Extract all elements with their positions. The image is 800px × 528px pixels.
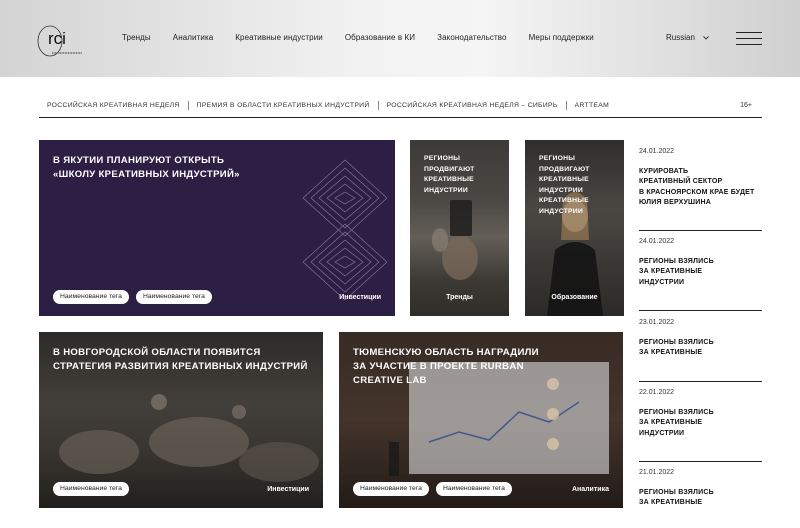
news-date: 24.01.2022 [639,148,675,155]
divider [639,310,762,311]
hamburger-menu-icon[interactable] [736,32,762,46]
nav-education[interactable]: Образование в КИ [345,33,415,42]
news-title[interactable]: Регионы взялись за креативные индустрии [639,257,762,288]
card-title: Регионы продвигают креативные индустрии [424,155,475,194]
nav-trends[interactable]: Тренды [122,33,151,42]
geometric-pattern [302,159,388,301]
news-card-yakutia[interactable]: В Якутии планируют открыть «Школу креати… [39,140,395,316]
news-title[interactable]: Регионы взялись за креативные [639,338,762,359]
site-header: rci Тренды Аналитика Креативные индустри… [0,0,800,77]
news-item[interactable]: 24.01.2022 Регионы взялись за креативные… [639,238,762,288]
nav-analytics[interactable]: Аналитика [173,33,214,42]
card-category[interactable]: Тренды [410,294,509,301]
news-card-education[interactable]: Регионы продвигают креативные индустрии … [525,140,624,316]
tag[interactable]: Наименование тега [353,482,429,496]
news-title[interactable]: Регионы взялись за креативные [639,488,762,509]
language-selector[interactable]: Russian [666,33,711,42]
news-card-trends[interactable]: Регионы продвигают креативные индустрии … [410,140,509,316]
logo-text: rci [48,29,66,48]
tag-list: Наименование тега [53,482,136,496]
news-card-novgorod[interactable]: В Новгородской области появится стратеги… [39,332,323,508]
strip-creative-week[interactable]: РОССИЙСКАЯ КРЕАТИВНАЯ НЕДЕЛЯ [39,102,188,109]
tag[interactable]: Наименование тега [53,290,129,304]
news-date: 22.01.2022 [639,389,675,396]
card-category[interactable]: Аналитика [572,486,609,493]
news-card-tyumen[interactable]: Тюменскую область наградили за участие в… [339,332,623,508]
news-date: 23.01.2022 [639,319,675,326]
tag[interactable]: Наименование тега [135,290,212,304]
card-title: В Новгородской области появится стратеги… [53,347,308,372]
age-rating: 16+ [740,102,752,109]
strip-artteam[interactable]: ARTTEAM [567,102,617,109]
tag[interactable]: Наименование тега [435,482,512,496]
news-date: 24.01.2022 [639,238,675,245]
card-title: Регионы продвигают креативные индустрии … [539,155,590,215]
nav-support[interactable]: Меры поддержки [529,33,594,42]
divider [639,461,762,462]
news-item[interactable]: 24.01.2022 Курировать креативный сектор … [639,148,762,209]
tag-list: Наименование тега Наименование тега [353,482,519,496]
rci-logo[interactable]: rci [36,17,92,59]
nav-legislation[interactable]: Законодательство [437,33,506,42]
strip-award[interactable]: ПРЕМИЯ В ОБЛАСТИ КРЕАТИВНЫХ ИНДУСТРИЙ [189,102,378,109]
card-category[interactable]: Инвестиции [339,294,381,301]
divider [639,230,762,231]
card-category[interactable]: Инвестиции [267,486,309,493]
nav-creative-industries[interactable]: Креативные индустрии [235,33,323,42]
card-title: В Якутии планируют открыть «Школу креати… [53,155,240,180]
language-label: Russian [666,33,695,42]
events-strip: РОССИЙСКАЯ КРЕАТИВНАЯ НЕДЕЛЯ ПРЕМИЯ В ОБ… [39,94,762,118]
news-title[interactable]: Регионы взялись за креативные индустрии [639,408,762,439]
news-item[interactable]: 22.01.2022 Регионы взялись за креативные… [639,389,762,439]
news-item[interactable]: 23.01.2022 Регионы взялись за креативные [639,319,762,359]
chevron-down-icon [703,35,709,40]
news-item[interactable]: 21.01.2022 Регионы взялись за креативные [639,469,762,509]
strip-creative-week-siberia[interactable]: РОССИЙСКАЯ КРЕАТИВНАЯ НЕДЕЛЯ – СИБИРЬ [379,102,566,109]
divider [639,381,762,382]
main-nav: Тренды Аналитика Креативные индустрии Об… [122,33,616,42]
tag[interactable]: Наименование тега [53,482,129,496]
card-title: Тюменскую область наградили за участие в… [353,347,539,386]
news-title[interactable]: Курировать креативный сектор в Красноярс… [639,167,762,209]
tag-list: Наименование тега Наименование тега [53,290,219,304]
news-date: 21.01.2022 [639,469,675,476]
card-category[interactable]: Образование [525,294,624,301]
